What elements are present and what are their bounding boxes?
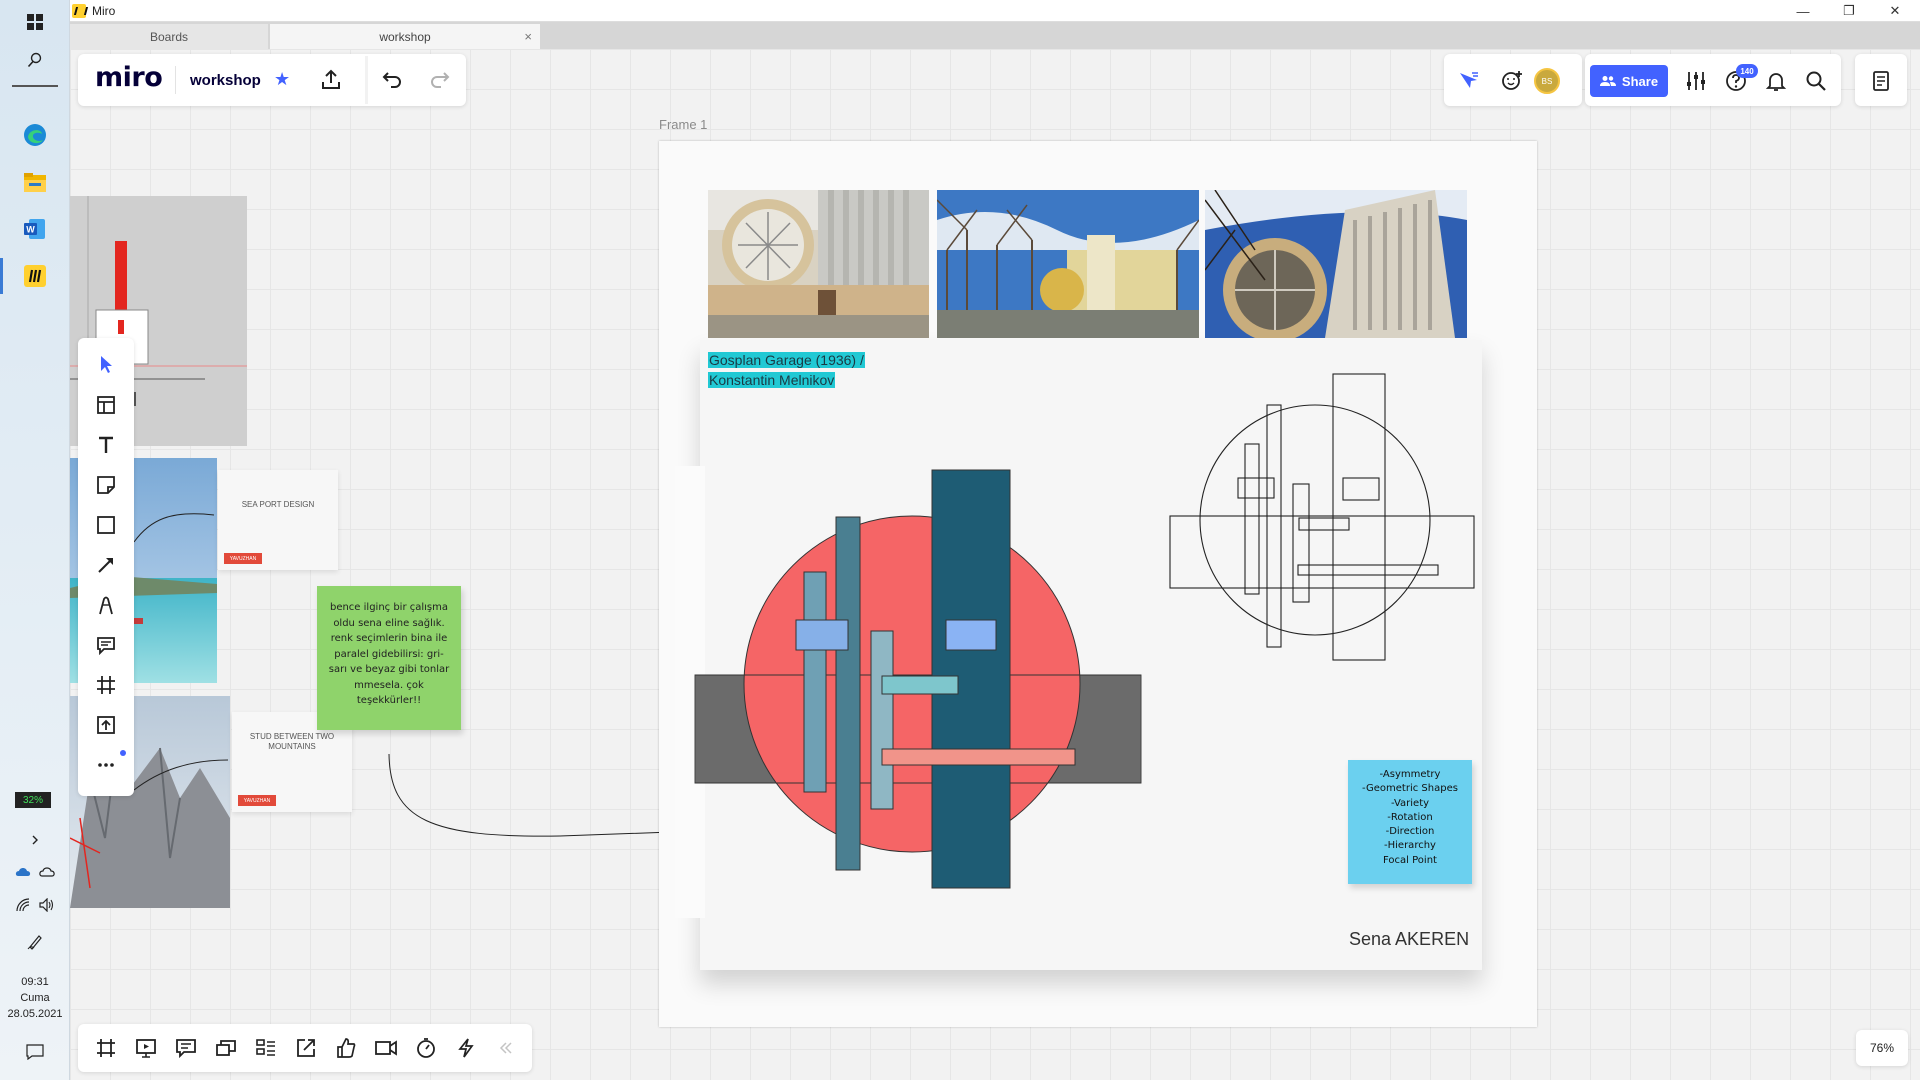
export-upload-icon[interactable] <box>319 68 343 92</box>
pen-icon[interactable] <box>94 593 118 617</box>
collapse-icon[interactable] <box>494 1036 518 1060</box>
share-label: Share <box>1621 73 1659 89</box>
bell-icon[interactable] <box>1764 69 1788 93</box>
share-people-icon <box>1599 76 1616 86</box>
author-name[interactable]: Sena AKEREN <box>1349 929 1469 950</box>
reactions-icon[interactable] <box>334 1036 358 1060</box>
sticky-line: -Rotation <box>1387 811 1433 823</box>
kanban-icon[interactable] <box>254 1036 278 1060</box>
settings-sliders-icon[interactable] <box>1684 69 1708 93</box>
sticky-line: Focal Point <box>1383 854 1437 866</box>
video-icon[interactable] <box>374 1036 398 1060</box>
sticky-line: oldu sena eline sağlık. <box>333 617 445 629</box>
gosplan-photo-2[interactable] <box>937 190 1199 338</box>
photo-caption[interactable]: Gosplan Garage (1936) / Konstantin Melni… <box>708 350 865 390</box>
sticky-line: renk seçimlerin bina ile <box>330 633 448 644</box>
frames-icon[interactable] <box>94 1036 118 1060</box>
sticky-line: bence ilginç bir çalışma <box>329 602 449 613</box>
select-cursor-icon[interactable] <box>94 352 118 376</box>
comment-icon[interactable] <box>94 633 118 657</box>
sticky-line: sarı ve beyaz gibi tonlar <box>328 664 450 675</box>
frame-icon[interactable] <box>94 673 118 697</box>
sticky-line: -Asymmetry <box>1379 769 1441 780</box>
search-icon[interactable] <box>1804 69 1828 93</box>
user-avatar[interactable]: BS <box>1534 68 1560 94</box>
zoom-level[interactable]: 76% <box>1856 1030 1908 1066</box>
board-name[interactable]: workshop <box>190 72 261 89</box>
star-icon[interactable]: ★ <box>274 69 290 90</box>
undo-icon[interactable] <box>380 68 404 92</box>
green-sticky-note[interactable]: bence ilginç bir çalışma oldu sena eline… <box>317 586 461 730</box>
redo-icon[interactable] <box>428 68 452 92</box>
templates-icon[interactable] <box>94 393 118 417</box>
sticky-line: -Geometric Shapes <box>1362 783 1458 795</box>
line-art-composition[interactable] <box>1165 370 1475 670</box>
gosplan-photo-3[interactable] <box>1205 190 1467 338</box>
sticky-line: teşekkürler!! <box>356 695 422 706</box>
frame-label[interactable]: Frame 1 <box>659 117 707 132</box>
notes-icon[interactable] <box>1869 69 1893 93</box>
miro-logo[interactable]: miro <box>95 62 163 93</box>
header-gap <box>365 56 368 104</box>
comments-icon[interactable] <box>174 1036 198 1060</box>
header-divider <box>175 66 176 94</box>
caption-line-2: Konstantin Melnikov <box>708 372 836 388</box>
sticky-line: paralel gidebilirsi: gri- <box>334 648 444 660</box>
present-icon[interactable] <box>134 1036 158 1060</box>
sticky-line: -Direction <box>1385 826 1435 838</box>
shape-icon[interactable] <box>94 513 118 537</box>
connection-line-icon[interactable] <box>94 553 118 577</box>
sticky-note-icon[interactable] <box>94 473 118 497</box>
text-icon[interactable] <box>94 433 118 457</box>
help-badge: 140 <box>1736 64 1758 78</box>
sticky-line: -Hierarchy <box>1384 840 1436 852</box>
share-button[interactable]: Share <box>1590 65 1668 97</box>
cursor-follow-icon[interactable] <box>1456 69 1480 93</box>
sticky-line: -Variety <box>1390 797 1430 809</box>
upload-icon[interactable] <box>94 713 118 737</box>
cards-icon[interactable] <box>214 1036 238 1060</box>
lightning-icon[interactable] <box>454 1036 478 1060</box>
gosplan-photo-1[interactable] <box>708 190 929 338</box>
colored-composition[interactable] <box>690 465 1150 895</box>
blue-sticky-note[interactable]: -Asymmetry -Geometric Shapes -Variety -R… <box>1348 760 1472 884</box>
sticky-line: mmesela. çok <box>354 679 424 691</box>
more-icon[interactable] <box>94 753 118 777</box>
add-reaction-icon[interactable] <box>1500 69 1524 93</box>
new-feature-dot <box>120 750 126 756</box>
share-screen-icon[interactable] <box>294 1036 318 1060</box>
caption-line-1: Gosplan Garage (1936) / <box>708 352 865 368</box>
timer-icon[interactable] <box>414 1036 438 1060</box>
